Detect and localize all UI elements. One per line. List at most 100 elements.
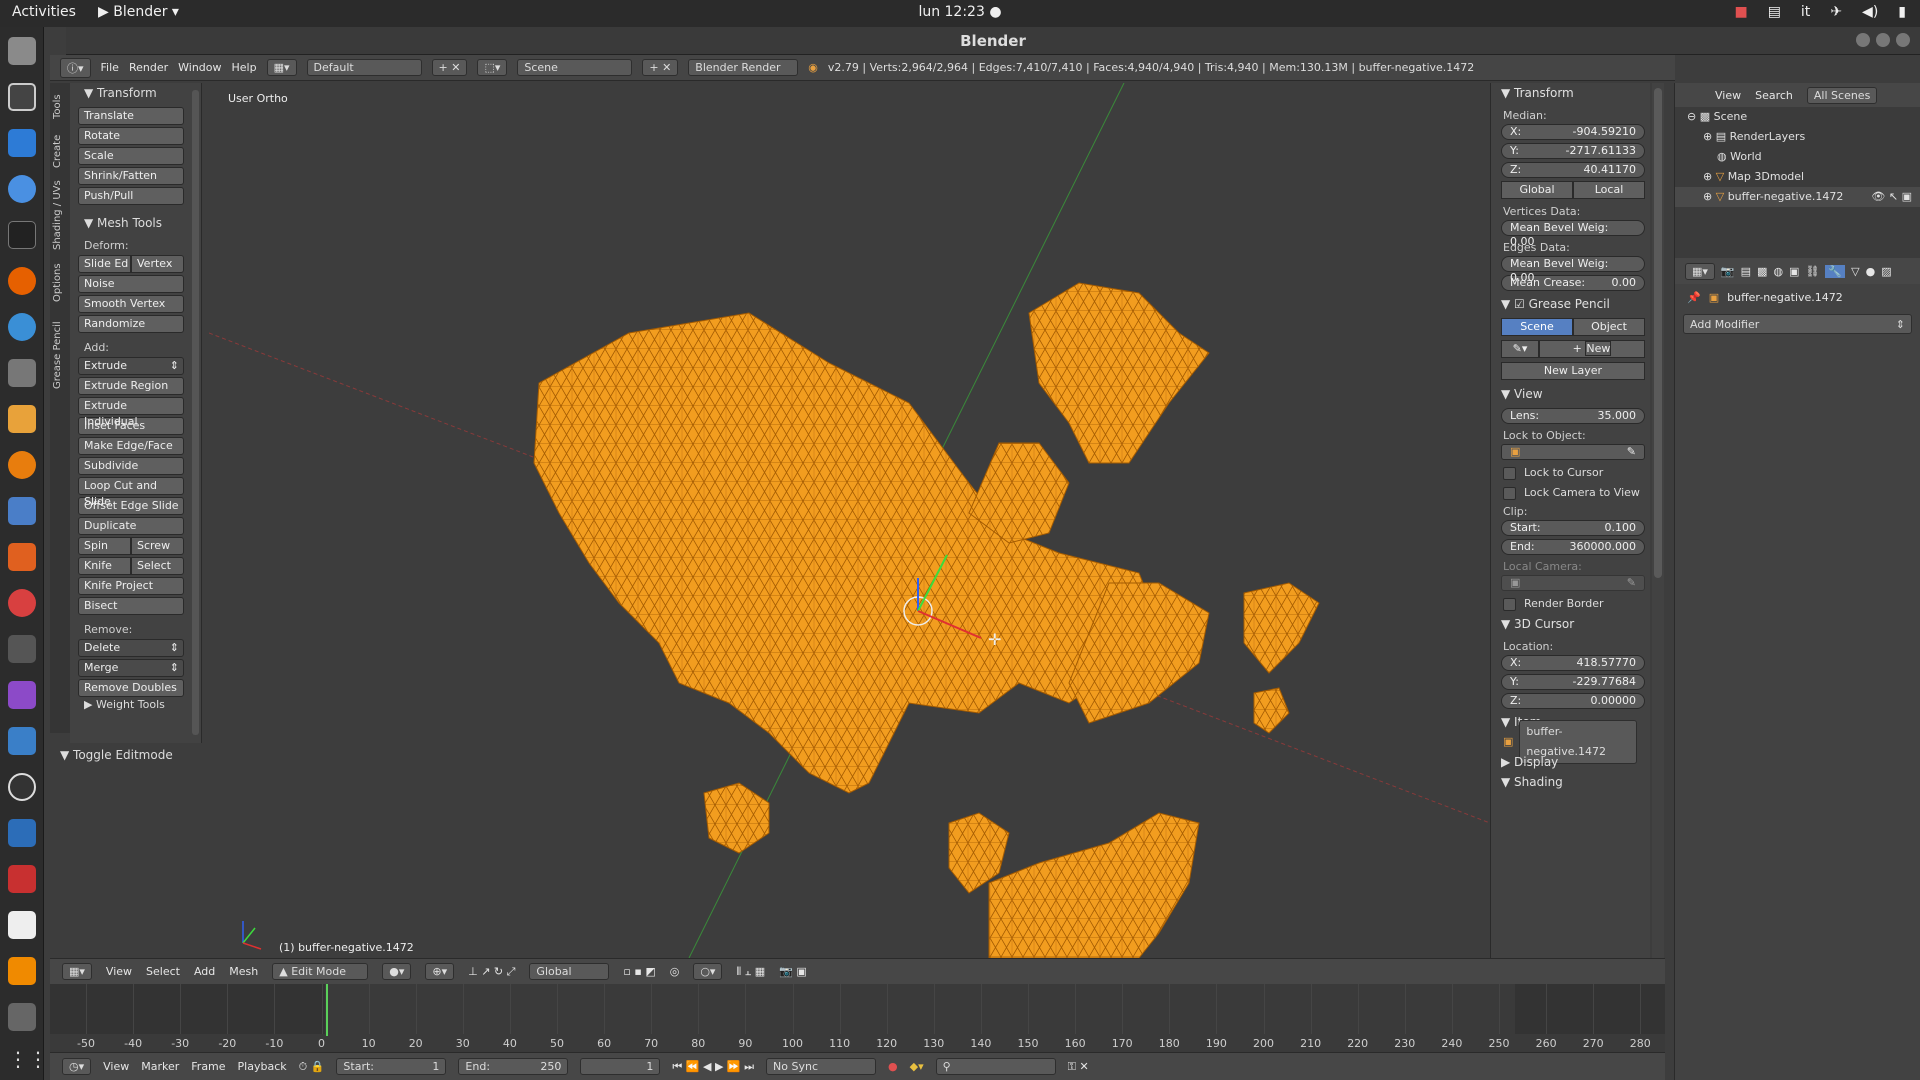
mesh-tools-panel-header[interactable]: ▼ Mesh Tools xyxy=(70,213,201,233)
viewport-view-menu[interactable]: View xyxy=(106,965,132,978)
extrude-individual-button[interactable]: Extrude Individual xyxy=(78,397,184,428)
bisect-button[interactable]: Bisect xyxy=(78,597,184,615)
text-editor-icon[interactable] xyxy=(8,911,36,939)
view-header[interactable]: ▼ View xyxy=(1491,384,1650,404)
3d-cursor-header[interactable]: ▼ 3D Cursor xyxy=(1491,614,1650,634)
shrink-fatten-button[interactable]: Shrink/Fatten xyxy=(78,167,184,185)
local-toggle[interactable]: Local xyxy=(1573,181,1645,199)
outliner-row-renderlayers[interactable]: ⊕ ▤ RenderLayers xyxy=(1675,127,1920,147)
minimize-button[interactable] xyxy=(1856,33,1870,47)
timeline-playback-menu[interactable]: Playback xyxy=(238,1060,287,1073)
layout-add-close[interactable]: + ✕ xyxy=(431,59,468,76)
eye-icon[interactable] xyxy=(8,773,36,801)
vlc-icon[interactable] xyxy=(8,957,36,985)
scene-select[interactable]: Scene xyxy=(517,59,633,76)
toolshelf-scrollbar[interactable] xyxy=(192,90,199,735)
editor-type-icon[interactable]: ⓘ▾ xyxy=(60,57,91,78)
modifiers-tab-icon[interactable]: 🔧 xyxy=(1825,264,1846,278)
language-indicator[interactable]: it xyxy=(1801,4,1810,20)
tab-tools[interactable]: Tools xyxy=(52,89,68,125)
outliner-search-menu[interactable]: Search xyxy=(1755,89,1793,102)
menu-window[interactable]: Window xyxy=(178,61,221,74)
snap-icons[interactable]: ⫴ ⫠ ▦ xyxy=(736,965,765,979)
3d-viewport[interactable]: User Ortho ✛ (1) buffer-negative.1472 xyxy=(209,83,1490,958)
weight-tools-header[interactable]: ▶ Weight Tools xyxy=(70,699,201,711)
transfer-icon[interactable] xyxy=(8,727,36,755)
lock-object-field[interactable]: ▣ ✎ xyxy=(1501,444,1645,460)
median-y-field[interactable]: Y: -2717.61133 xyxy=(1501,143,1645,159)
cursor-y-field[interactable]: Y: -229.77684 xyxy=(1501,674,1645,690)
offset-edge-slide-button[interactable]: Offset Edge Slide xyxy=(78,497,184,515)
transform-header[interactable]: ▼ Transform xyxy=(1491,83,1650,103)
randomize-button[interactable]: Randomize xyxy=(78,315,184,333)
menu-file[interactable]: File xyxy=(101,61,119,74)
keying-set-field[interactable]: ⚲ xyxy=(935,1058,1056,1075)
properties-scrollbar[interactable] xyxy=(1652,83,1664,958)
playback-controls-icon[interactable]: ⏮ ⏪ ◀ ▶ ⏩ ⏭ xyxy=(672,1060,754,1074)
data-tab-icon[interactable]: ▽ xyxy=(1851,265,1859,278)
mean-crease-field[interactable]: Mean Crease: 0.00 xyxy=(1501,275,1645,291)
virtualbox-icon[interactable] xyxy=(8,819,36,847)
render-border-checkbox[interactable]: Render Border xyxy=(1491,594,1650,614)
impress-icon[interactable] xyxy=(8,497,36,525)
current-frame-field[interactable]: 1 xyxy=(580,1058,661,1075)
chromium-icon[interactable] xyxy=(8,175,36,203)
scene-tab-icon[interactable]: ▩ xyxy=(1757,265,1767,278)
pencil-icon[interactable]: ✎▾ xyxy=(1501,340,1539,358)
tab-grease-pencil[interactable]: Grease Pencil xyxy=(52,315,68,395)
delete-dropdown[interactable]: Delete ⇕ xyxy=(78,639,184,657)
timeline-view-menu[interactable]: View xyxy=(103,1060,129,1073)
proportional-select[interactable]: ○▾ xyxy=(693,963,723,980)
clapper-icon[interactable] xyxy=(8,1003,36,1031)
inkscape-icon[interactable] xyxy=(8,83,36,111)
layout-select[interactable]: Default xyxy=(306,59,422,76)
clip-end-field[interactable]: End: 360000.000 xyxy=(1501,539,1645,555)
material-tab-icon[interactable]: ● xyxy=(1866,265,1876,278)
layout-icon[interactable]: ▦▾ xyxy=(266,59,297,76)
menu-render[interactable]: Render xyxy=(129,61,168,74)
software-center-icon[interactable] xyxy=(8,543,36,571)
gp-object-toggle[interactable]: Object xyxy=(1573,318,1645,336)
app-grid-icon[interactable]: ⋮⋮ xyxy=(8,1047,48,1075)
timeline-frame-menu[interactable]: Frame xyxy=(191,1060,225,1073)
pin-icon[interactable]: 📌 xyxy=(1687,291,1701,304)
terminal-icon[interactable] xyxy=(8,221,36,249)
firefox-icon[interactable] xyxy=(8,267,36,295)
median-z-field[interactable]: Z: 40.41170 xyxy=(1501,162,1645,178)
draw-icon[interactable] xyxy=(8,405,36,433)
timeline-marker-menu[interactable]: Marker xyxy=(141,1060,179,1073)
render-tab-icon[interactable]: 📷 xyxy=(1721,265,1735,278)
push-pull-button[interactable]: Push/Pull xyxy=(78,187,184,205)
manipulator-icons[interactable]: ⊥ ↗ ↻ ⤢ xyxy=(468,965,515,979)
subdivide-button[interactable]: Subdivide xyxy=(78,457,184,475)
close-button[interactable] xyxy=(1896,33,1910,47)
texture-tab-icon[interactable]: ▨ xyxy=(1881,265,1891,278)
writer-icon[interactable] xyxy=(8,129,36,157)
sync-select[interactable]: No Sync xyxy=(766,1058,877,1075)
loop-cut-slide-button[interactable]: Loop Cut and Slide xyxy=(78,477,184,508)
clock[interactable]: lun 12:23 ● xyxy=(0,4,1920,20)
tab-options[interactable]: Options xyxy=(52,259,68,307)
mesh-view[interactable]: ✛ xyxy=(209,83,1490,958)
display-mode-select[interactable]: All Scenes xyxy=(1806,86,1878,104)
freecad-icon[interactable] xyxy=(8,865,36,893)
scale-button[interactable]: Scale xyxy=(78,147,184,165)
occlude-icon[interactable]: ◎ xyxy=(670,965,680,978)
cursor-z-field[interactable]: Z: 0.00000 xyxy=(1501,693,1645,709)
orientation-select[interactable]: Global xyxy=(529,963,610,980)
object-tab-icon[interactable]: ▣ xyxy=(1789,265,1799,278)
scene-icon[interactable]: ⬚▾ xyxy=(477,59,508,76)
lock-camera-checkbox[interactable]: Lock Camera to View xyxy=(1491,483,1650,503)
scene-add-close[interactable]: + ✕ xyxy=(642,59,679,76)
settings-icon[interactable] xyxy=(8,589,36,617)
cursor-x-field[interactable]: X: 418.57770 xyxy=(1501,655,1645,671)
smooth-vertex-button[interactable]: Smooth Vertex xyxy=(78,295,184,313)
clipboard-icon[interactable]: ▤ xyxy=(1768,4,1781,20)
outliner-row-scene[interactable]: ⊖ ▩ Scene xyxy=(1675,107,1920,127)
gp-scene-toggle[interactable]: Scene xyxy=(1501,318,1573,336)
camera-icon[interactable] xyxy=(8,635,36,663)
select-mode-icons[interactable]: ▫ ▪ ◩ xyxy=(623,965,655,978)
properties-editor-icon[interactable]: ▦▾ xyxy=(1685,262,1715,280)
layers-tab-icon[interactable]: ▤ xyxy=(1741,265,1751,278)
clip-start-field[interactable]: Start: 0.100 xyxy=(1501,520,1645,536)
